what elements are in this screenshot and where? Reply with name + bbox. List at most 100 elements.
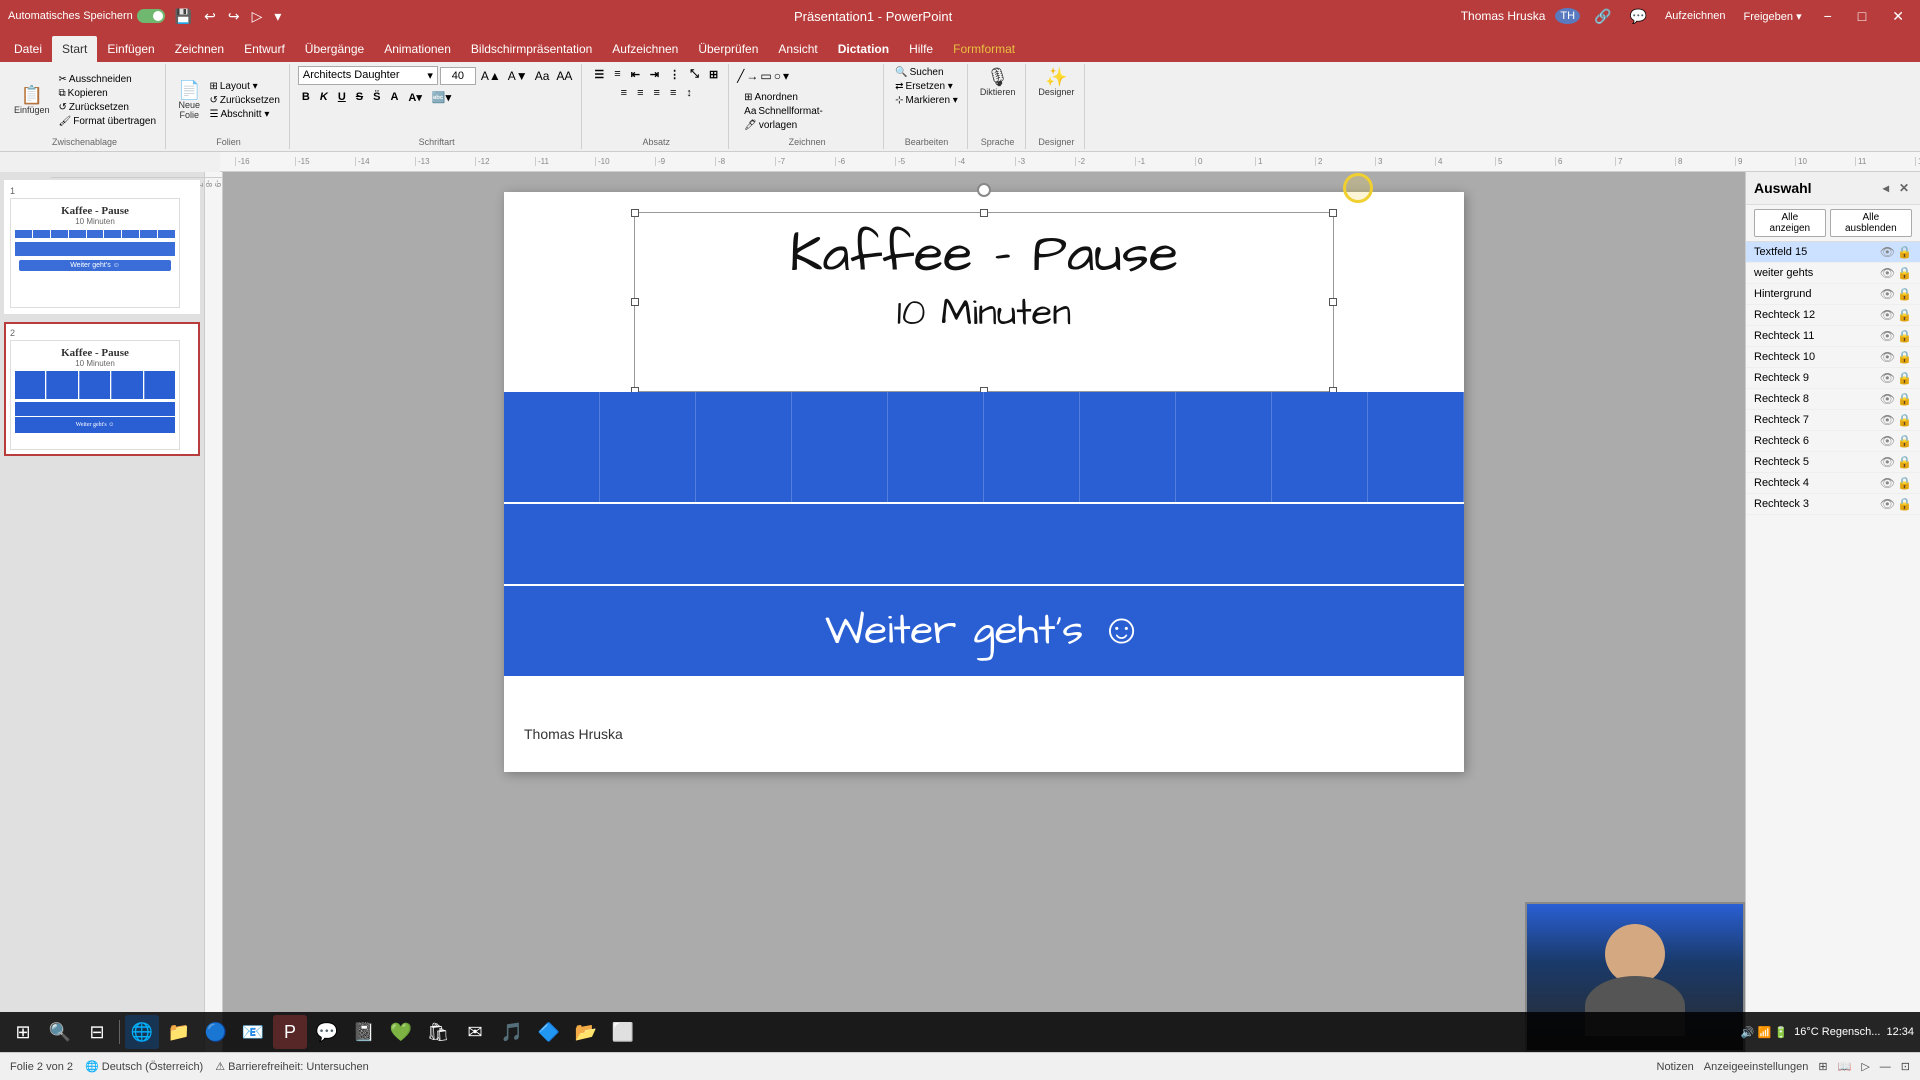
tab-datei[interactable]: Datei (4, 36, 52, 62)
tab-formformat[interactable]: Formformat (943, 36, 1025, 62)
justify-button[interactable]: ≡ (666, 85, 680, 101)
reset-button[interactable]: ↺ Zurücksetzen (56, 101, 160, 114)
layer-visibility-4[interactable]: 👁 (1880, 329, 1895, 343)
underline-button[interactable]: U (334, 89, 350, 106)
layer-visibility-0[interactable]: 👁 (1880, 245, 1895, 259)
layer-lock-4[interactable]: 🔒 (1897, 329, 1912, 343)
layer-item-4[interactable]: Rechteck 11 👁 🔒 (1746, 326, 1920, 347)
handle-top-mid[interactable] (980, 209, 988, 217)
layer-visibility-5[interactable]: 👁 (1880, 350, 1895, 364)
section-button[interactable]: ☰ Abschnitt ▾ (206, 108, 282, 121)
present-icon[interactable]: ▷ (248, 6, 267, 27)
start-button[interactable]: ⊞ (6, 1015, 40, 1049)
taskbar[interactable]: ⊞ 🔍 ⊟ 🌐 📁 🔵 📧 P 💬 📓 💚 🛍 ✉ 🎵 🔷 📂 ⬜ 🔊 📶 🔋 … (0, 1012, 1920, 1052)
fit-button[interactable]: ⊡ (1901, 1060, 1910, 1073)
close-button[interactable]: ✕ (1884, 6, 1912, 27)
paste-button[interactable]: 📋 Einfügen (10, 84, 54, 117)
canvas-area[interactable]: Kaffee - Pause 10 Minuten (223, 172, 1745, 1052)
share-btn[interactable]: Freigeben ▾ (1739, 8, 1805, 25)
handle-mid-right[interactable] (1329, 298, 1337, 306)
shape-line-icon[interactable]: ╱ (737, 69, 744, 83)
notes-button[interactable]: Notizen (1657, 1061, 1694, 1073)
hide-all-button[interactable]: Alle ausblenden (1830, 209, 1912, 237)
numbered-list-button[interactable]: ≡ (610, 66, 624, 83)
italic-button[interactable]: K (316, 89, 332, 106)
layer-item-1[interactable]: weiter gehts 👁 🔒 (1746, 263, 1920, 284)
text-direction-button[interactable]: ⤡ (686, 66, 703, 83)
arrange-button[interactable]: ⊞ Anordnen (741, 91, 826, 104)
slide-thumb-1[interactable]: 1 Kaffee - Pause 10 Minuten Weiter geht'… (4, 180, 200, 314)
highlight-button[interactable]: A▾ (404, 89, 425, 106)
strikethrough-button[interactable]: S (352, 89, 367, 106)
layer-lock-3[interactable]: 🔒 (1897, 308, 1912, 322)
copy-button[interactable]: ⧉ Kopieren (56, 87, 160, 100)
layer-lock-1[interactable]: 🔒 (1897, 266, 1912, 280)
align-left-button[interactable]: ≡ (617, 85, 631, 101)
selected-text-box[interactable]: Kaffee - Pause 10 Minuten (634, 212, 1334, 392)
accessibility-status[interactable]: ⚠ Barrierefreiheit: Untersuchen (215, 1060, 369, 1073)
select-button[interactable]: ⊹ Markieren ▾ (892, 94, 961, 107)
comments-icon[interactable]: 💬 (1626, 6, 1651, 27)
new-slide-button[interactable]: 📄 NeueFolie (174, 79, 204, 122)
layer-item-10[interactable]: Rechteck 5 👁 🔒 (1746, 452, 1920, 473)
layer-item-5[interactable]: Rechteck 10 👁 🔒 (1746, 347, 1920, 368)
redo-icon[interactable]: ↪ (224, 6, 244, 27)
outlook-button[interactable]: 📧 (236, 1015, 270, 1049)
taskview-button[interactable]: ⊟ (80, 1015, 114, 1049)
layer-lock-5[interactable]: 🔒 (1897, 350, 1912, 364)
replace-button[interactable]: ⇄ Ersetzen ▾ (892, 80, 961, 93)
view-mode-slideshow[interactable]: ▷ (1861, 1060, 1869, 1073)
align-center-button[interactable]: ≡ (633, 85, 647, 101)
bold-button[interactable]: B (298, 89, 314, 106)
layer-lock-7[interactable]: 🔒 (1897, 392, 1912, 406)
browser2-button[interactable]: 🔷 (532, 1015, 566, 1049)
layer-lock-11[interactable]: 🔒 (1897, 476, 1912, 490)
onenote-button[interactable]: 📓 (347, 1015, 381, 1049)
shape-more-icon[interactable]: ▾ (783, 69, 789, 83)
tab-ansicht[interactable]: Ansicht (768, 36, 827, 62)
search-taskbar-button[interactable]: 🔍 (43, 1015, 77, 1049)
font-clear-button[interactable]: Aa (532, 68, 553, 84)
layer-visibility-9[interactable]: 👁 (1880, 434, 1895, 448)
search-button[interactable]: 🔍 Suchen (892, 66, 961, 79)
line-spacing-button[interactable]: ↕ (682, 85, 696, 101)
tab-start[interactable]: Start (52, 36, 97, 62)
layer-item-12[interactable]: Rechteck 3 👁 🔒 (1746, 494, 1920, 515)
tab-animationen[interactable]: Animationen (374, 36, 461, 62)
slide-panel[interactable]: 1 Kaffee - Pause 10 Minuten Weiter geht'… (0, 172, 205, 1052)
layer-lock-12[interactable]: 🔒 (1897, 497, 1912, 511)
tab-praesentation[interactable]: Bildschirmpräsentation (461, 36, 602, 62)
explorer-button[interactable]: 📁 (162, 1015, 196, 1049)
maximize-button[interactable]: □ (1850, 6, 1874, 26)
layer-item-8[interactable]: Rechteck 7 👁 🔒 (1746, 410, 1920, 431)
layer-lock-6[interactable]: 🔒 (1897, 371, 1912, 385)
layer-visibility-6[interactable]: 👁 (1880, 371, 1895, 385)
layer-visibility-7[interactable]: 👁 (1880, 392, 1895, 406)
align-right-button[interactable]: ≡ (650, 85, 664, 101)
layer-item-0[interactable]: Textfeld 15 👁 🔒 (1746, 242, 1920, 263)
shape-fill-button[interactable]: 🖊 vorlagen (741, 119, 826, 132)
tab-einfuegen[interactable]: Einfügen (97, 36, 164, 62)
teams-button[interactable]: 💬 (310, 1015, 344, 1049)
layer-item-6[interactable]: Rechteck 9 👁 🔒 (1746, 368, 1920, 389)
view-settings-button[interactable]: Anzeigeeinstellungen (1704, 1061, 1809, 1073)
layer-visibility-10[interactable]: 👁 (1880, 455, 1895, 469)
undo-icon[interactable]: ↩ (200, 6, 220, 27)
tab-aufzeichnen[interactable]: Aufzeichnen (602, 36, 688, 62)
smart-art-button[interactable]: ⊞ (705, 66, 722, 83)
color-button[interactable]: A (386, 89, 402, 106)
format-transfer-button[interactable]: 🖌 Format übertragen (56, 115, 160, 128)
shadow-button[interactable]: S̈ (369, 89, 384, 106)
mail-button[interactable]: ✉ (458, 1015, 492, 1049)
rotate-handle[interactable] (977, 183, 991, 197)
font-caps-button[interactable]: AA (553, 68, 575, 84)
slide-subtitle[interactable]: 10 Minuten (635, 288, 1333, 340)
cut-button[interactable]: ✂ Ausschneiden (56, 73, 160, 86)
reset-slide-button[interactable]: ↺ Zurücksetzen (206, 94, 282, 107)
layer-visibility-12[interactable]: 👁 (1880, 497, 1895, 511)
handle-top-right[interactable] (1329, 209, 1337, 217)
handle-mid-left[interactable] (631, 298, 639, 306)
layer-item-7[interactable]: Rechteck 8 👁 🔒 (1746, 389, 1920, 410)
tab-zeichnen[interactable]: Zeichnen (165, 36, 234, 62)
panel-collapse-button[interactable]: ◂ (1880, 180, 1892, 196)
